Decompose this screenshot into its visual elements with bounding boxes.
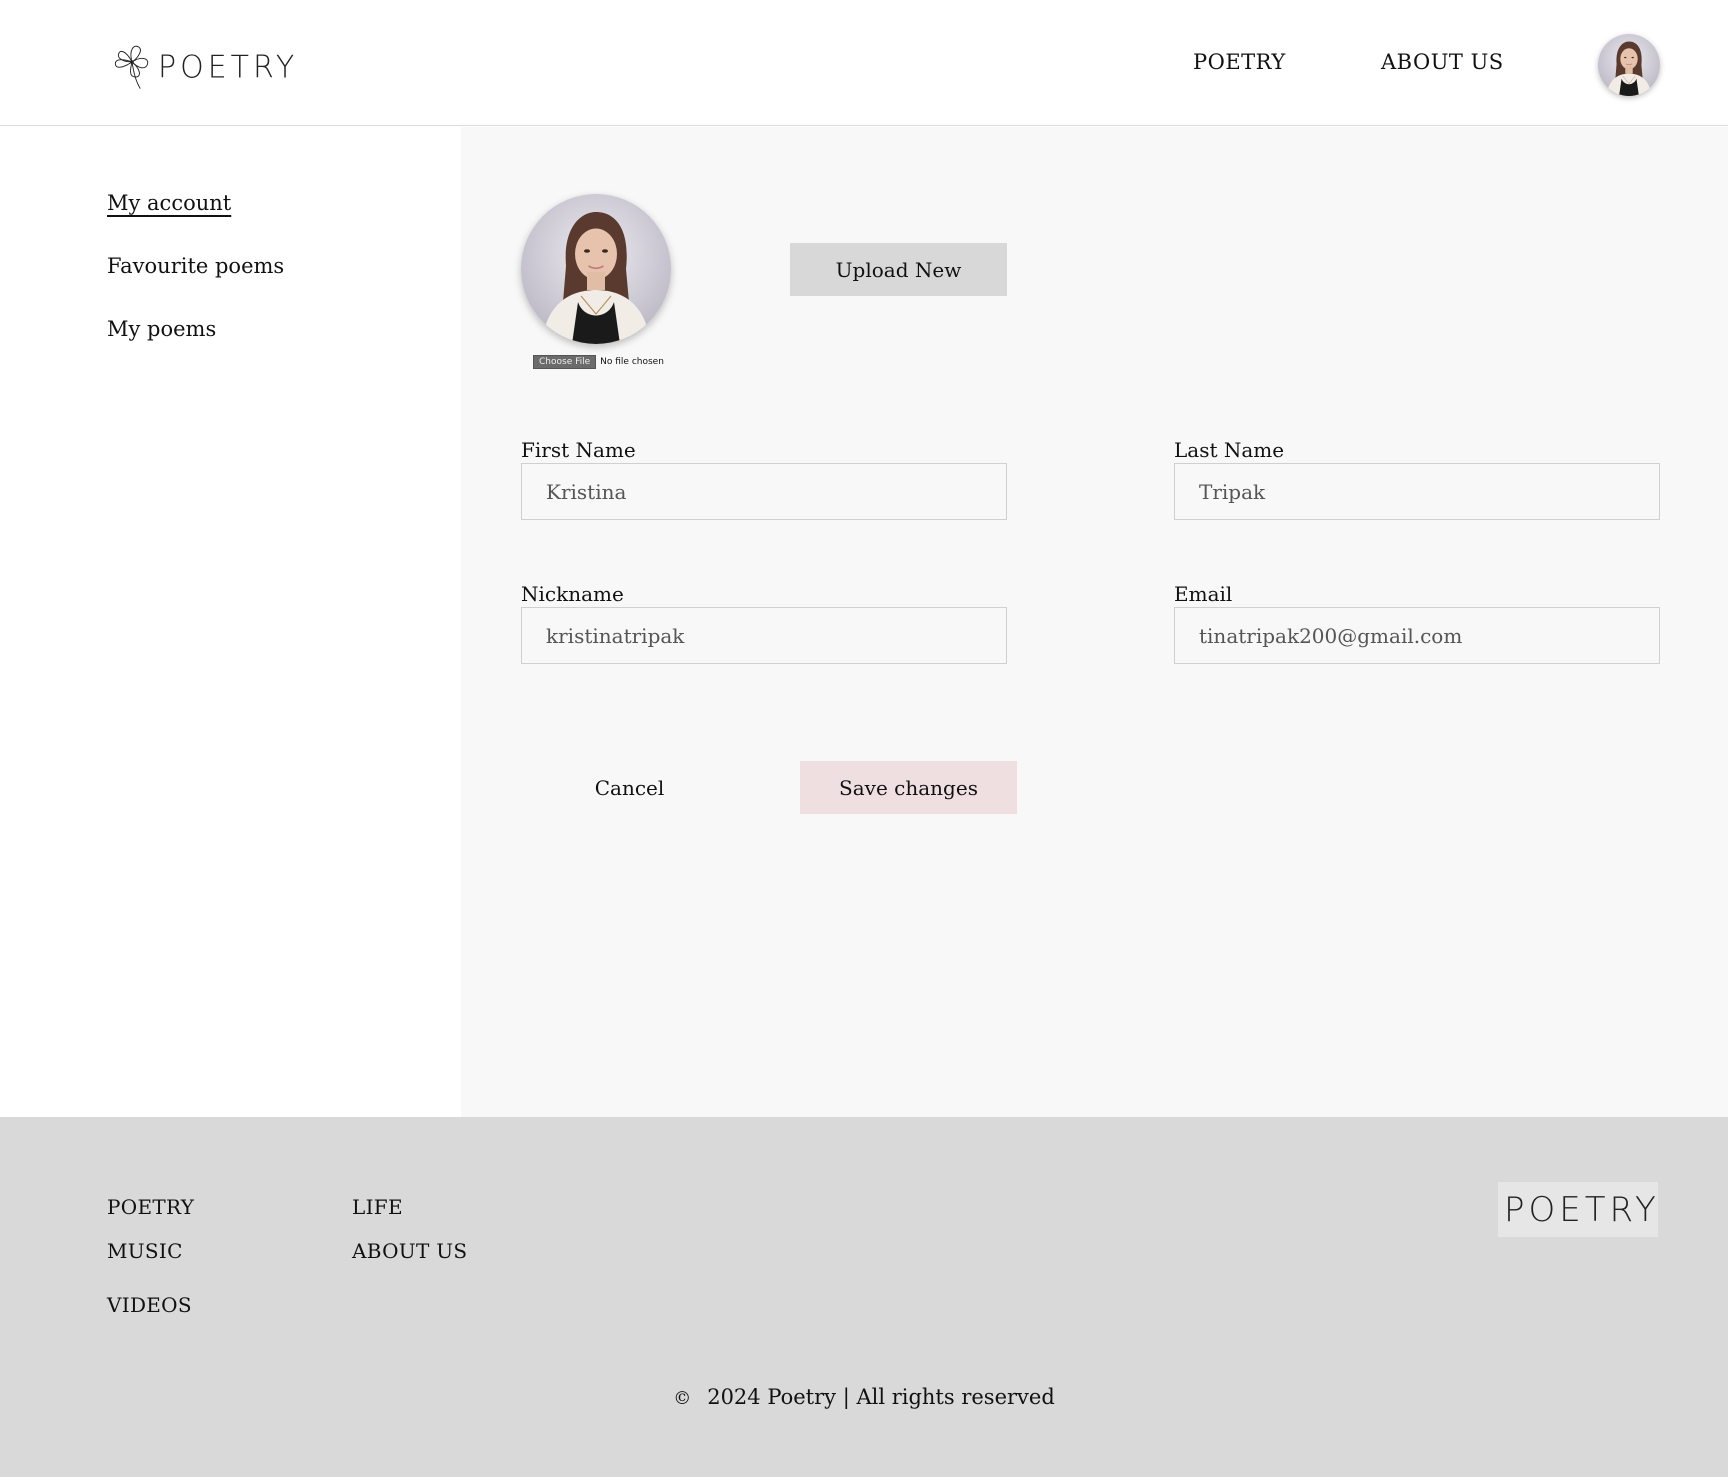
last-name-field[interactable]: [1174, 463, 1660, 520]
profile-photo: [521, 194, 671, 344]
upload-new-button[interactable]: Upload New: [790, 243, 1007, 296]
email-field[interactable]: [1174, 607, 1660, 664]
footer-link-life[interactable]: LIFE: [352, 1195, 403, 1219]
nav-about-us[interactable]: ABOUT US: [1381, 50, 1504, 74]
user-avatar[interactable]: [1598, 34, 1660, 96]
sidebar-item-my-poems[interactable]: My poems: [107, 317, 216, 341]
footer-link-about-us[interactable]: ABOUT US: [352, 1239, 467, 1263]
account-sidebar: My account Favourite poems My poems: [0, 127, 461, 1117]
email-label: Email: [1174, 582, 1233, 606]
clover-flower-icon: [112, 42, 152, 92]
footer-logo[interactable]: POETRY: [1498, 1182, 1658, 1237]
avatar-photo: [1598, 34, 1660, 96]
last-name-label: Last Name: [1174, 438, 1285, 462]
site-header: POETRY POETRY ABOUT US: [0, 0, 1728, 126]
first-name-field[interactable]: [521, 463, 1007, 520]
file-status: No file chosen: [600, 357, 664, 367]
nickname-field[interactable]: [521, 607, 1007, 664]
sidebar-item-my-account[interactable]: My account: [107, 191, 231, 215]
first-name-label: First Name: [521, 438, 636, 462]
sidebar-item-favourite-poems[interactable]: Favourite poems: [107, 254, 284, 278]
choose-file-button[interactable]: Choose File: [533, 355, 597, 369]
copyright: © 2024 Poetry | All rights reserved: [0, 1385, 1728, 1409]
save-changes-button[interactable]: Save changes: [800, 761, 1017, 814]
logo-text: POETRY: [158, 48, 299, 86]
footer-logo-text: POETRY: [1504, 1189, 1660, 1230]
profile-photo-image: [521, 194, 671, 344]
cancel-button[interactable]: Cancel: [521, 761, 738, 814]
nav-poetry[interactable]: POETRY: [1193, 50, 1286, 74]
site-footer: POETRY MUSIC VIDEOS LIFE ABOUT US POETRY…: [0, 1117, 1728, 1477]
footer-link-music[interactable]: MUSIC: [107, 1239, 183, 1263]
footer-link-videos[interactable]: VIDEOS: [107, 1293, 192, 1317]
site-logo[interactable]: POETRY: [112, 42, 298, 92]
copyright-text: 2024 Poetry | All rights reserved: [707, 1385, 1055, 1409]
footer-link-poetry[interactable]: POETRY: [107, 1195, 194, 1219]
nickname-label: Nickname: [521, 582, 624, 606]
copyright-icon: ©: [673, 1388, 692, 1409]
profile-panel: Choose File No file chosen Upload New Fi…: [461, 127, 1728, 1117]
file-input: Choose File No file chosen: [533, 355, 664, 369]
